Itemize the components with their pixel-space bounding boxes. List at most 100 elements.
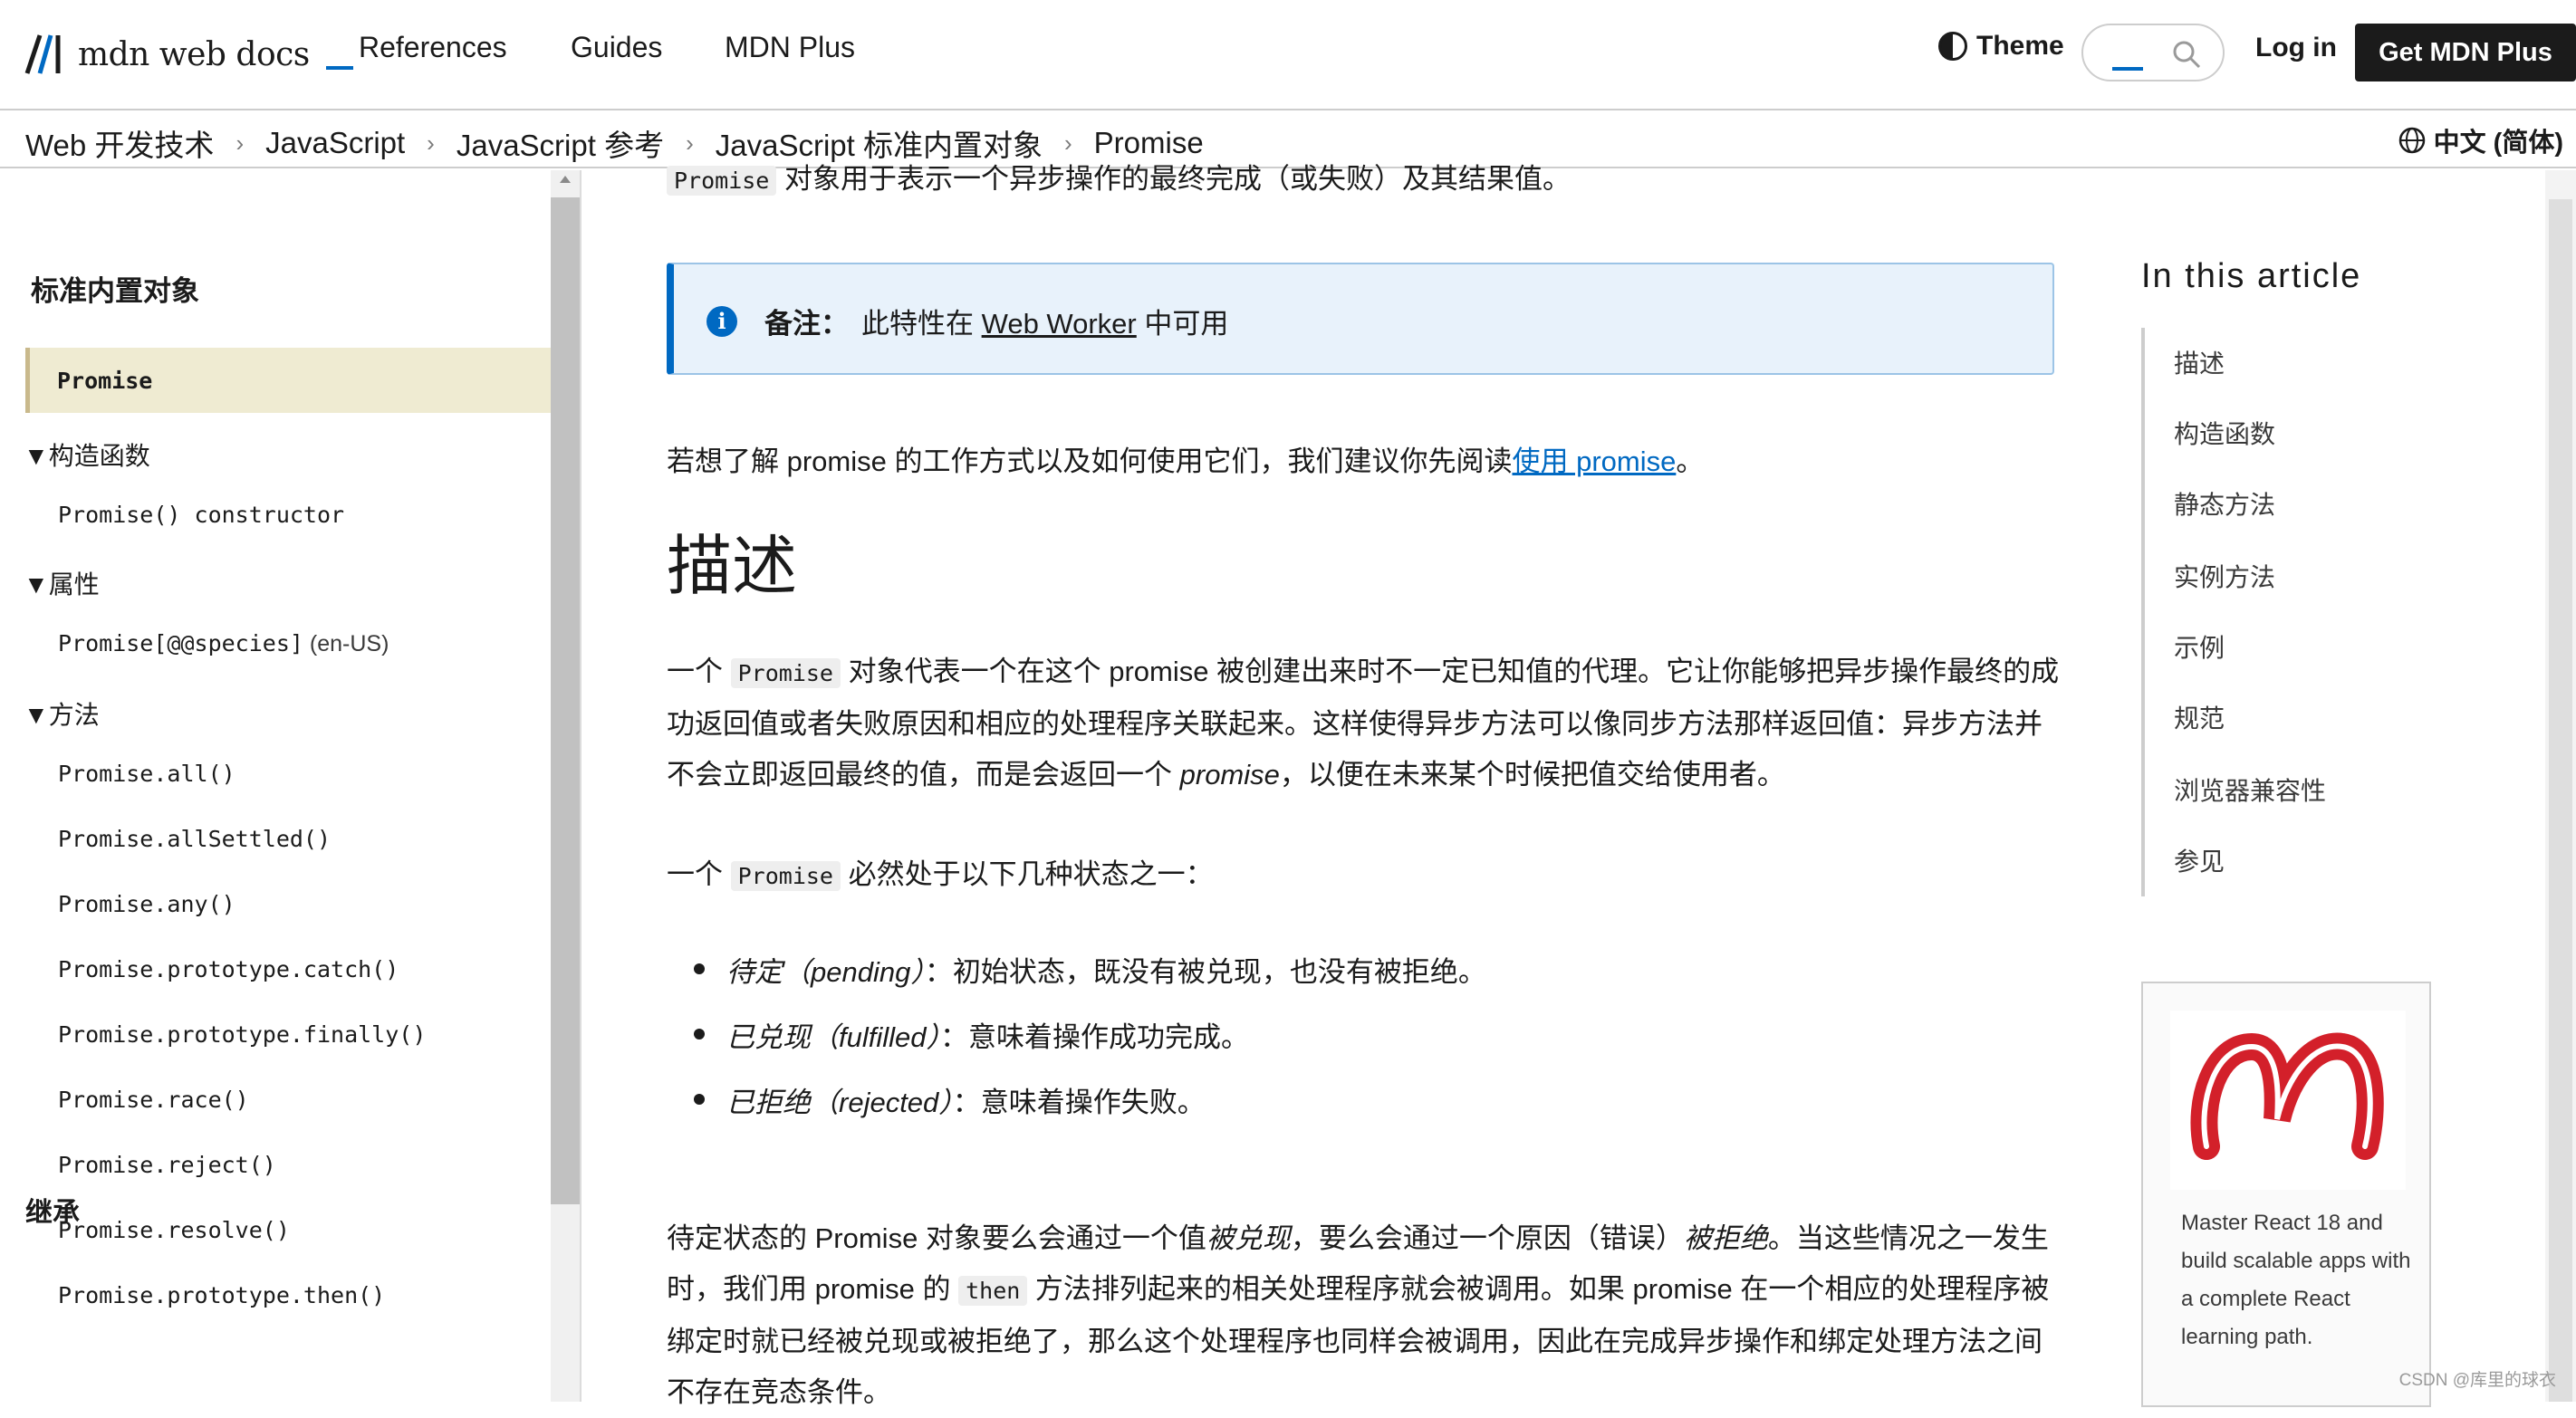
page-scrollbar[interactable] bbox=[2545, 170, 2576, 1402]
nav-link-guides[interactable]: Guides bbox=[571, 31, 662, 64]
breadcrumb-item[interactable]: JavaScript bbox=[265, 126, 405, 160]
sidebar-item[interactable]: Promise.prototype.then() bbox=[58, 1282, 385, 1308]
inline-code: Promise bbox=[667, 166, 777, 196]
toc-item[interactable]: 浏览器兼容性 bbox=[2174, 771, 2326, 808]
text: ，要么会通过一个原因（错误） bbox=[1290, 1222, 1684, 1254]
toc-item[interactable]: 参见 bbox=[2174, 842, 2225, 878]
text: 一个 bbox=[667, 656, 731, 687]
globe-icon bbox=[2398, 127, 2425, 154]
sidebar: 标准内置对象 Promise ▼构造函数 Promise() construct… bbox=[0, 170, 551, 1402]
breadcrumb-item[interactable]: Web 开发技术 bbox=[25, 121, 214, 165]
list-item: 已兑现（fulfilled）：意味着操作成功完成。 bbox=[694, 1014, 1486, 1079]
state-desc: ：意味着操作失败。 bbox=[952, 1087, 1206, 1118]
info-icon: i bbox=[706, 306, 737, 337]
sidebar-item-label: Promise bbox=[57, 368, 153, 394]
sidebar-item[interactable]: Promise.all() bbox=[58, 761, 235, 787]
sidebar-item[interactable]: Promise.prototype.catch() bbox=[58, 956, 399, 982]
breadcrumb-item[interactable]: JavaScript 参考 bbox=[457, 121, 664, 165]
toc-item[interactable]: 示例 bbox=[2174, 628, 2225, 665]
search-icon[interactable] bbox=[2170, 38, 2203, 71]
mdn-logo-icon bbox=[24, 34, 61, 74]
sidebar-item[interactable]: Promise.race() bbox=[58, 1087, 249, 1113]
breadcrumb-separator-icon: › bbox=[427, 129, 435, 157]
search-box[interactable] bbox=[2081, 24, 2225, 81]
state-desc: ：意味着操作成功完成。 bbox=[940, 1021, 1249, 1053]
sidebar-group-inheritance[interactable]: 继承 bbox=[25, 1190, 80, 1230]
toc-item[interactable]: 静态方法 bbox=[2174, 485, 2275, 522]
inline-code: Promise bbox=[730, 861, 841, 891]
search-input[interactable] bbox=[2105, 38, 2168, 69]
login-link[interactable]: Log in bbox=[2255, 33, 2337, 63]
breadcrumb-separator-icon: › bbox=[235, 129, 245, 157]
logo-underscore bbox=[325, 66, 353, 70]
states-list: 待定（pending）：初始状态，既没有被兑现，也没有被拒绝。 已兑现（fulf… bbox=[694, 949, 1486, 1145]
toc-item[interactable]: 构造函数 bbox=[2174, 415, 2275, 451]
text: 一个 bbox=[667, 858, 731, 890]
text: 待定状态的 Promise 对象要么会通过一个值 bbox=[667, 1222, 1206, 1254]
ad-card[interactable]: Master React 18 and build scalable apps … bbox=[2141, 982, 2431, 1407]
state-name: 已拒绝（rejected） bbox=[726, 1087, 953, 1118]
intro-text: 对象用于表示一个异步操作的最终完成（或失败）及其结果值。 bbox=[776, 163, 1571, 195]
inline-code: then bbox=[958, 1276, 1028, 1306]
theme-toggle[interactable]: Theme bbox=[1938, 31, 2064, 62]
sidebar-group-methods[interactable]: ▼方法 bbox=[24, 695, 100, 732]
state-name: 已兑现（fulfilled） bbox=[726, 1021, 940, 1053]
sidebar-scrollbar-thumb[interactable] bbox=[551, 197, 580, 1204]
emphasis: 被兑现 bbox=[1206, 1222, 1291, 1254]
note-label: 备注： bbox=[764, 308, 849, 340]
sidebar-item[interactable]: Promise[@@species] (en-US) bbox=[58, 630, 389, 657]
scroll-up-arrow-icon[interactable] bbox=[560, 176, 571, 183]
main-content: Promise 对象用于表示一个异步操作的最终完成（或失败）及其结果值。 i 备… bbox=[667, 163, 2059, 1408]
text: ，以便在未来某个时候把值交给使用者。 bbox=[1279, 759, 1785, 790]
learn-pre: 若想了解 promise 的工作方式以及如何使用它们，我们建议你先阅读 bbox=[667, 446, 1513, 477]
states-intro-paragraph: 一个 Promise 必然处于以下几种状态之一： bbox=[667, 849, 2062, 902]
description-paragraph: 一个 Promise 对象代表一个在这个 promise 被创建出来时不一定已知… bbox=[667, 647, 2062, 800]
note-pre: 此特性在 bbox=[861, 308, 982, 340]
text: 必然处于以下几种状态之一： bbox=[840, 858, 1214, 890]
toc-rail bbox=[2141, 328, 2145, 896]
list-item: 待定（pending）：初始状态，既没有被兑现，也没有被拒绝。 bbox=[694, 949, 1486, 1014]
sidebar-group-properties[interactable]: ▼属性 bbox=[24, 565, 100, 601]
section-heading-description: 描述 bbox=[667, 531, 798, 603]
inline-code: Promise bbox=[730, 658, 841, 688]
toc-item[interactable]: 规范 bbox=[2174, 699, 2225, 735]
sidebar-item-label: Promise() constructor bbox=[58, 502, 345, 528]
sidebar-item[interactable]: Promise.allSettled() bbox=[58, 826, 331, 852]
list-item: 已拒绝（rejected）：意味着操作失败。 bbox=[694, 1079, 1486, 1145]
nav-link-mdn-plus[interactable]: MDN Plus bbox=[725, 31, 855, 64]
page-scrollbar-thumb[interactable] bbox=[2549, 199, 2572, 1402]
emphasis: 被拒绝 bbox=[1683, 1222, 1768, 1254]
react-course-logo-icon bbox=[2170, 1011, 2406, 1190]
using-promises-link[interactable]: 使用 promise bbox=[1512, 446, 1676, 477]
sidebar-item[interactable]: Promise.resolve() bbox=[58, 1217, 290, 1243]
sidebar-scrollbar[interactable] bbox=[551, 170, 580, 1402]
language-switcher[interactable]: 中文 (简体) bbox=[2398, 121, 2563, 159]
sidebar-item-current[interactable]: Promise bbox=[25, 348, 551, 413]
sidebar-group-constructors[interactable]: ▼构造函数 bbox=[24, 436, 150, 473]
note-callout: i 备注： 此特性在 Web Worker 中可用 bbox=[667, 263, 2054, 375]
emphasis: promise bbox=[1179, 759, 1280, 790]
theme-icon bbox=[1938, 32, 1967, 61]
sidebar-item[interactable]: Promise.reject() bbox=[58, 1152, 276, 1178]
get-mdn-plus-button[interactable]: Get MDN Plus bbox=[2355, 24, 2576, 81]
sidebar-heading[interactable]: 标准内置对象 bbox=[31, 268, 199, 309]
state-name: 待定（pending） bbox=[726, 956, 925, 988]
breadcrumb-separator-icon: › bbox=[686, 129, 694, 157]
note-post: 中可用 bbox=[1136, 308, 1229, 340]
language-label: 中文 (简体) bbox=[2433, 129, 2563, 158]
toc-item[interactable]: 实例方法 bbox=[2174, 558, 2275, 594]
sidebar-item[interactable]: Promise() constructor bbox=[58, 502, 344, 528]
toc-title: In this article bbox=[2141, 257, 2362, 295]
toc-item[interactable]: 描述 bbox=[2174, 344, 2225, 380]
nav-link-references[interactable]: References bbox=[359, 31, 507, 64]
web-worker-link[interactable]: Web Worker bbox=[982, 308, 1137, 340]
ad-text[interactable]: Master React 18 and build scalable apps … bbox=[2181, 1204, 2417, 1356]
top-navigation: mdn web docs References Guides MDN Plus … bbox=[0, 0, 2576, 110]
intro-paragraph: Promise 对象用于表示一个异步操作的最终完成（或失败）及其结果值。 bbox=[667, 156, 1571, 196]
theme-label: Theme bbox=[1976, 31, 2064, 61]
sidebar-item[interactable]: Promise.prototype.finally() bbox=[58, 1021, 426, 1048]
mdn-logo[interactable]: mdn web docs bbox=[24, 27, 353, 81]
learn-post: 。 bbox=[1676, 446, 1705, 477]
sidebar-item[interactable]: Promise.any() bbox=[58, 891, 235, 917]
logo-text: mdn web docs bbox=[78, 35, 310, 73]
